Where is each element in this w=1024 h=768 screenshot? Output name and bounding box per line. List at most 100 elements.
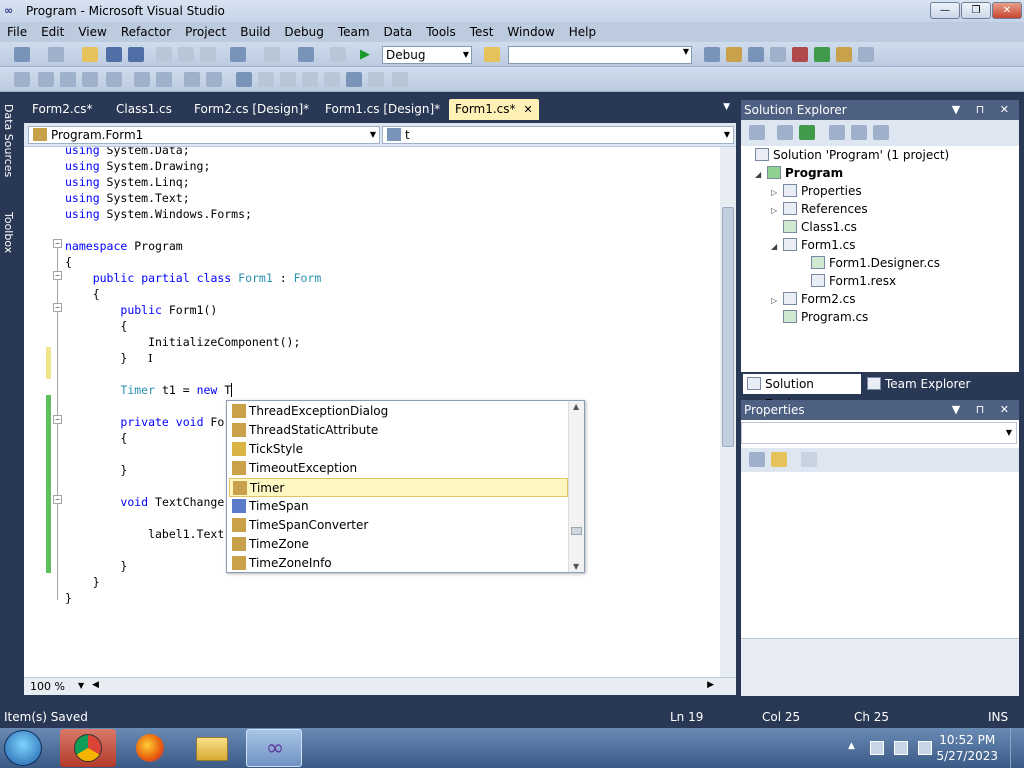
menu-tools[interactable]: Tools — [419, 25, 463, 39]
toggle-bookmark-icon[interactable] — [206, 72, 222, 87]
refresh-icon[interactable] — [799, 125, 815, 140]
new-project-icon[interactable] — [14, 47, 30, 62]
show-all-files-icon[interactable] — [777, 125, 793, 140]
tree-node-solution[interactable]: Solution 'Program' (1 project) — [755, 146, 949, 164]
tree-node-class1[interactable]: Class1.cs — [783, 218, 857, 236]
solution-explorer-icon[interactable] — [704, 47, 720, 62]
expanded-icon[interactable]: ◢ — [755, 166, 767, 184]
categorized-icon[interactable] — [749, 452, 765, 467]
start-debugging-icon[interactable]: ▶ — [360, 47, 376, 62]
menu-help[interactable]: Help — [562, 25, 603, 39]
completion-item[interactable]: TimeSpanConverter — [229, 516, 568, 535]
scrollbar-thumb[interactable] — [722, 207, 734, 447]
navigate-backward-icon[interactable] — [298, 47, 314, 62]
quick-info-icon[interactable] — [60, 72, 76, 87]
tree-node-properties[interactable]: ▷ Properties — [771, 182, 862, 200]
menu-view[interactable]: View — [71, 25, 113, 39]
parameter-info-icon[interactable] — [38, 72, 54, 87]
maximize-button[interactable]: ❐ — [961, 2, 991, 19]
editor-vertical-scrollbar[interactable] — [720, 147, 736, 677]
object-browser-icon[interactable] — [748, 47, 764, 62]
tools-icon[interactable] — [792, 47, 808, 62]
completion-item[interactable]: TimeZoneInfo — [229, 554, 568, 573]
firefox-taskbar-button[interactable] — [122, 729, 178, 767]
start-button[interactable] — [4, 730, 42, 766]
find-combo[interactable]: ▼ — [508, 46, 692, 64]
chrome-taskbar-button[interactable] — [60, 729, 116, 767]
clear-bookmarks-icon[interactable] — [368, 72, 384, 87]
completion-item[interactable]: TimeSpan — [229, 497, 568, 516]
data-sources-tab[interactable]: Data Sources — [2, 104, 15, 177]
copy-icon[interactable] — [178, 47, 194, 62]
tab-solution-explorer[interactable]: Solution Explorer — [743, 374, 861, 411]
completion-item-selected[interactable]: Timer — [229, 478, 568, 497]
decrease-indent-icon[interactable] — [106, 72, 122, 87]
toolbox-icon[interactable] — [770, 47, 786, 62]
add-item-icon[interactable] — [48, 47, 64, 62]
save-icon[interactable] — [106, 47, 122, 62]
increase-indent-icon[interactable] — [134, 72, 150, 87]
properties-window-icon[interactable] — [726, 47, 742, 62]
completion-item[interactable]: TimeZone — [229, 535, 568, 554]
open-file-icon[interactable] — [82, 47, 98, 62]
menu-build[interactable]: Build — [233, 25, 277, 39]
word-completion-icon[interactable] — [82, 72, 98, 87]
previous-bookmark-folder-icon[interactable] — [302, 72, 318, 87]
extension-manager-icon[interactable] — [836, 47, 852, 62]
tab-form2-cs[interactable]: Form2.cs* — [26, 99, 99, 120]
tree-node-references[interactable]: ▷ References — [771, 200, 868, 218]
view-class-diagram-icon[interactable] — [873, 125, 889, 140]
pane-controls[interactable]: ▼ ⊓ ✕ — [952, 100, 1015, 120]
intellisense-scrollbar[interactable]: ▲ ▼ — [568, 401, 584, 572]
show-hidden-icons-icon[interactable]: ▲ — [848, 741, 862, 755]
member-selector[interactable]: t ▼ — [382, 126, 734, 144]
save-all-icon[interactable] — [128, 47, 144, 62]
expanded-icon[interactable]: ◢ — [771, 238, 783, 256]
toolbar-options-icon[interactable] — [392, 72, 408, 87]
active-files-chevron-icon[interactable]: ▼ — [723, 102, 730, 112]
paste-icon[interactable] — [200, 47, 216, 62]
tab-team-explorer[interactable]: Team Explorer — [863, 374, 983, 394]
tab-form1-design[interactable]: Form1.cs [Design]* — [319, 99, 446, 120]
tree-node-form1[interactable]: ◢ Form1.cs — [771, 236, 856, 254]
code-text[interactable]: using System.Data; using System.Drawing;… — [24, 147, 321, 605]
command-window-icon[interactable] — [858, 47, 874, 62]
uncomment-lines-icon[interactable] — [184, 72, 200, 87]
tab-class1-cs[interactable]: Class1.cs — [110, 99, 178, 120]
tree-node-program-cs[interactable]: Program.cs — [783, 308, 868, 326]
menu-test[interactable]: Test — [463, 25, 501, 39]
tree-node-project[interactable]: ◢ Program — [755, 164, 843, 182]
start-page-icon[interactable] — [814, 47, 830, 62]
properties-icon[interactable] — [749, 125, 765, 140]
visual-studio-taskbar-button[interactable]: ∞ — [246, 729, 302, 767]
view-designer-icon[interactable] — [851, 125, 867, 140]
completion-item[interactable]: TimeoutException — [229, 459, 568, 478]
completion-item[interactable]: ThreadStaticAttribute — [229, 421, 568, 440]
menu-project[interactable]: Project — [178, 25, 233, 39]
zoom-level[interactable]: 100 % — [30, 680, 65, 693]
tree-node-form1-designer[interactable]: Form1.Designer.cs — [811, 254, 940, 272]
menu-refactor[interactable]: Refactor — [114, 25, 178, 39]
scroll-down-icon[interactable]: ▼ — [573, 562, 579, 571]
solution-configuration-select[interactable]: Debug ▼ — [382, 46, 472, 64]
action-center-icon[interactable] — [870, 741, 884, 755]
scroll-left-icon[interactable]: ◀ — [92, 680, 99, 690]
show-desktop-button[interactable] — [1010, 728, 1024, 768]
pane-controls[interactable]: ▼ ⊓ ✕ — [952, 400, 1015, 420]
tree-node-form2[interactable]: ▷ Form2.cs — [771, 290, 856, 308]
type-selector[interactable]: Program.Form1 ▼ — [28, 126, 380, 144]
explorer-taskbar-button[interactable] — [184, 729, 240, 767]
comment-lines-icon[interactable] — [156, 72, 172, 87]
scroll-right-icon[interactable]: ▶ — [707, 680, 714, 690]
scrollbar-thumb[interactable] — [571, 527, 582, 535]
network-icon[interactable] — [894, 741, 908, 755]
alphabetical-icon[interactable] — [771, 452, 787, 467]
menu-team[interactable]: Team — [331, 25, 377, 39]
menu-window[interactable]: Window — [500, 25, 561, 39]
display-object-members-icon[interactable] — [14, 72, 30, 87]
property-pages-icon[interactable] — [801, 452, 817, 467]
redo-icon[interactable] — [264, 47, 280, 62]
next-bookmark-folder-icon[interactable] — [280, 72, 296, 87]
previous-bookmark-document-icon[interactable] — [346, 72, 362, 87]
tab-form2-design[interactable]: Form2.cs [Design]* — [188, 99, 315, 120]
